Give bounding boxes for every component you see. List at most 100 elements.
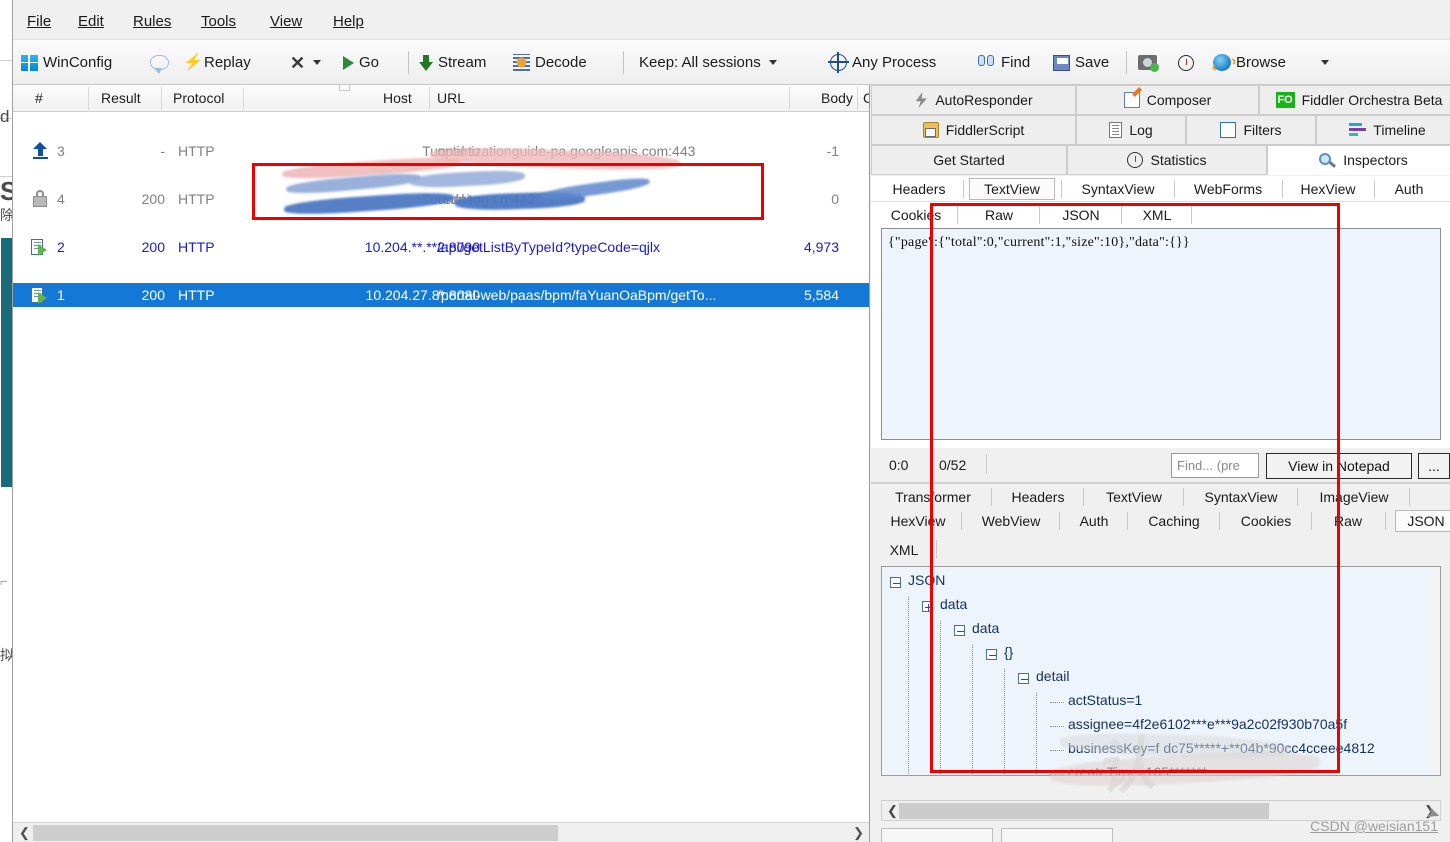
- footer-button-left[interactable]: [881, 828, 993, 842]
- tab-auth[interactable]: Auth: [1065, 510, 1123, 532]
- any-process-button[interactable]: Any Process: [828, 40, 936, 85]
- keep-sessions-dropdown[interactable]: Keep: All sessions: [639, 40, 777, 85]
- find-input[interactable]: Find... (pre: [1171, 453, 1259, 478]
- session-list[interactable]: # Result Protocol Host URL Body C 3 - HT…: [13, 85, 870, 842]
- stream-button[interactable]: Stream: [419, 40, 486, 85]
- tab-hexview[interactable]: HexView: [879, 510, 957, 532]
- tab-xml[interactable]: XML: [1127, 204, 1187, 226]
- tab-auth[interactable]: Auth: [1379, 178, 1439, 200]
- response-tabs-row-2: HexView WebView Auth Caching Cookies Raw…: [871, 508, 1450, 534]
- view-in-notepad-button[interactable]: View in Notepad: [1266, 453, 1412, 479]
- menu-item-edit[interactable]: Edit: [78, 13, 104, 30]
- tab-cookies[interactable]: Cookies: [879, 204, 953, 226]
- tab-webview[interactable]: WebView: [967, 510, 1055, 532]
- tree-node-json[interactable]: JSON: [908, 572, 945, 588]
- tab-caching[interactable]: Caching: [1133, 510, 1215, 532]
- menu-item-view-label: View: [270, 13, 303, 30]
- json-tree-region: JSON data data {} detail actStatus=1 ass…: [871, 566, 1450, 798]
- tab-statistics[interactable]: Statistics: [1067, 145, 1267, 175]
- tab-statistics-label: Statistics: [1150, 152, 1207, 168]
- json-tree-view[interactable]: JSON data data {} detail actStatus=1 ass…: [881, 566, 1441, 776]
- remove-button[interactable]: ✕: [290, 40, 322, 85]
- timer-button[interactable]: [1178, 40, 1194, 85]
- tab-raw[interactable]: Raw: [963, 204, 1035, 226]
- tab-syntaxview[interactable]: SyntaxView: [1067, 178, 1169, 200]
- tree-toggle-json[interactable]: [890, 577, 901, 588]
- tab-textview[interactable]: TextView: [969, 178, 1055, 200]
- tree-leaf-actstatus[interactable]: actStatus=1: [1068, 692, 1142, 708]
- go-button[interactable]: Go: [343, 40, 379, 85]
- browse-button[interactable]: Browse: [1213, 40, 1286, 85]
- tab-transformer[interactable]: Transformer: [879, 486, 987, 508]
- tree-node-data-1[interactable]: data: [940, 596, 967, 612]
- tab-xml[interactable]: XML: [879, 539, 929, 561]
- column-header-body[interactable]: Body: [821, 90, 853, 106]
- menu-item-help[interactable]: Help: [333, 13, 364, 30]
- more-options-button[interactable]: ...: [1418, 453, 1450, 479]
- tab-json-selected[interactable]: JSON: [1395, 510, 1450, 532]
- stopwatch-icon: [1127, 152, 1144, 168]
- tab-json[interactable]: JSON: [1045, 204, 1117, 226]
- decode-button[interactable]: Decode: [513, 40, 587, 85]
- table-row-selected[interactable]: 1 200 HTTP 10.204.27.8*:8080 /portal-web…: [13, 283, 869, 307]
- tab-filters[interactable]: Filters: [1186, 115, 1316, 145]
- json-tree-vscrollbar[interactable]: [1431, 567, 1440, 775]
- tree-node-object[interactable]: {}: [1004, 644, 1013, 660]
- table-row[interactable]: 3 - HTTP Tunnel to optimizationguide-pa.…: [13, 139, 869, 163]
- scroll-left-icon[interactable]: ❮: [887, 803, 898, 819]
- tab-syntaxview[interactable]: SyntaxView: [1189, 486, 1293, 508]
- column-header-result[interactable]: Result: [101, 90, 141, 106]
- tab-webforms[interactable]: WebForms: [1179, 178, 1277, 200]
- find-button[interactable]: Find: [978, 40, 1030, 85]
- scroll-right-icon[interactable]: ❯: [853, 825, 864, 841]
- browse-dropdown[interactable]: [1318, 40, 1329, 85]
- tree-leaf-createtime[interactable]: createTime=165*******: [1068, 764, 1207, 775]
- tab-raw[interactable]: Raw: [1317, 510, 1379, 532]
- scroll-thumb[interactable]: [899, 803, 1269, 819]
- tab-timeline[interactable]: Timeline: [1316, 115, 1450, 145]
- tree-node-data-2[interactable]: data: [972, 620, 999, 636]
- tab-imageview[interactable]: ImageView: [1303, 486, 1405, 508]
- column-header-caching[interactable]: C: [863, 90, 869, 106]
- column-header-number[interactable]: #: [35, 90, 43, 106]
- tab-autoresponder[interactable]: AutoResponder: [871, 85, 1076, 115]
- session-list-hscrollbar[interactable]: ❮ ❯: [13, 822, 869, 842]
- windows-icon: [21, 54, 38, 71]
- table-row[interactable]: 2 200 HTTP 10.204.**.**2:8090 /api/getLi…: [13, 235, 869, 259]
- column-header-host[interactable]: Host: [383, 90, 412, 106]
- tab-textview[interactable]: TextView: [1089, 486, 1179, 508]
- tab-composer[interactable]: Composer: [1076, 85, 1259, 115]
- scroll-left-icon[interactable]: ❮: [19, 825, 30, 841]
- tree-toggle-object[interactable]: [986, 649, 997, 660]
- tree-leaf-businesskey[interactable]: businessKey=f dc75*****+**04b*90cc4cceee…: [1068, 740, 1375, 756]
- tab-headers[interactable]: Headers: [997, 486, 1079, 508]
- menu-item-file[interactable]: File: [27, 13, 51, 30]
- tab-log[interactable]: Log: [1076, 115, 1186, 145]
- table-row[interactable]: 4 200 HTTP Tunnel to csdnimg.cn:443 0: [13, 187, 869, 211]
- tab-headers[interactable]: Headers: [879, 178, 959, 200]
- column-header-url[interactable]: URL: [437, 90, 465, 106]
- footer-button-right[interactable]: [1001, 828, 1113, 842]
- menu-item-view[interactable]: View: [270, 13, 302, 30]
- tab-inspectors[interactable]: Inspectors: [1267, 145, 1450, 175]
- tab-get-started[interactable]: Get Started: [871, 145, 1067, 175]
- request-body-textarea[interactable]: {"page":{"total":0,"current":1,"size":10…: [881, 228, 1441, 440]
- tree-toggle-detail[interactable]: [1018, 673, 1029, 684]
- winconfig-button[interactable]: WinConfig: [21, 40, 112, 85]
- tab-hexview[interactable]: HexView: [1287, 178, 1369, 200]
- tree-toggle-data-1[interactable]: [922, 601, 933, 612]
- column-header-protocol[interactable]: Protocol: [173, 90, 224, 106]
- tab-cookies[interactable]: Cookies: [1225, 510, 1307, 532]
- menu-item-rules[interactable]: Rules: [133, 13, 171, 30]
- tree-leaf-assignee[interactable]: assignee=4f2e6102***e***9a2c02f930b70a5f: [1068, 716, 1347, 732]
- save-button[interactable]: Save: [1053, 40, 1109, 85]
- menu-item-tools[interactable]: Tools: [201, 13, 236, 30]
- tree-node-detail[interactable]: detail: [1036, 668, 1069, 684]
- tree-toggle-data-2[interactable]: [954, 625, 965, 636]
- screenshot-button[interactable]: [1138, 40, 1159, 85]
- scroll-thumb[interactable]: [33, 825, 558, 841]
- comment-button[interactable]: [150, 40, 169, 85]
- tab-fiddler-orchestra[interactable]: FO Fiddler Orchestra Beta: [1259, 85, 1450, 115]
- replay-button[interactable]: ⚡ Replay: [183, 40, 251, 85]
- tab-fiddlerscript[interactable]: FiddlerScript: [871, 115, 1076, 145]
